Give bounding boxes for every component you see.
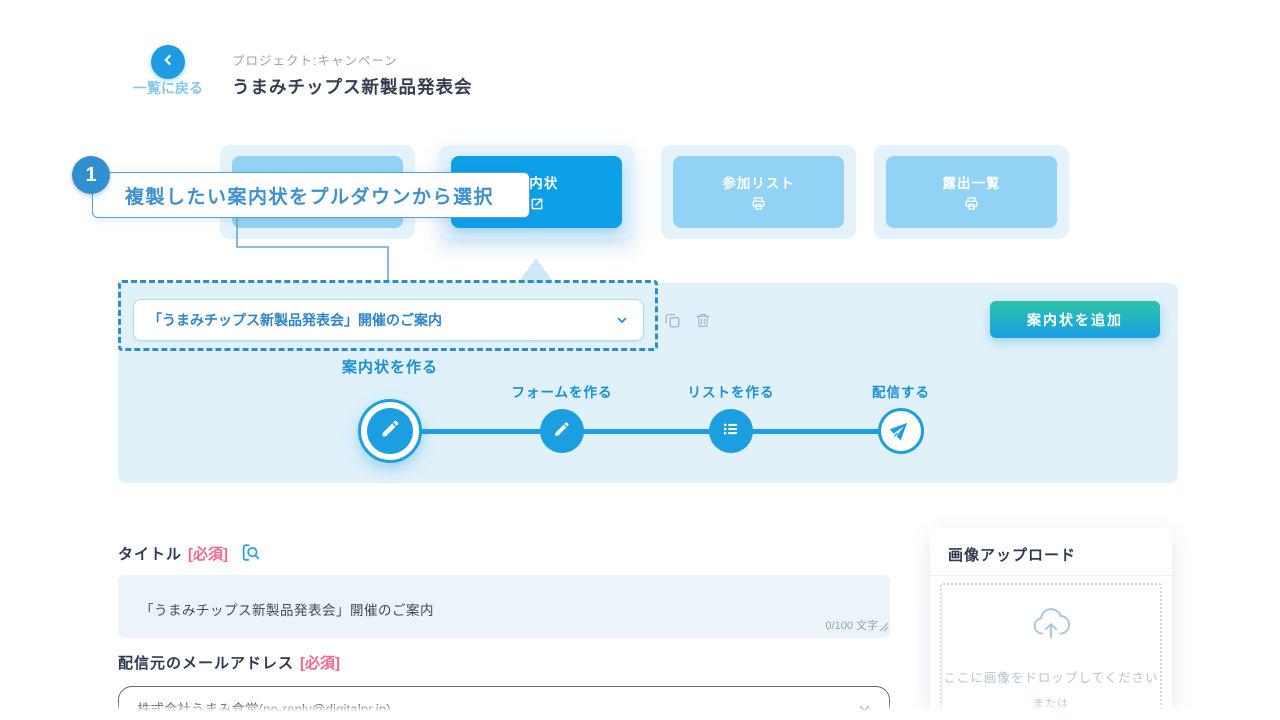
printer-icon [750,195,767,213]
step-3-label: リストを作る [661,381,801,401]
step-1-circle[interactable] [358,399,422,463]
title-field-label-row: タイトル [必須] [118,542,262,564]
page: 一覧に戻る プロジェクト:キャンペーン うまみチップス新製品発表会 案内状 参加… [0,0,1280,720]
image-upload-title: 画像アップロード [948,544,1076,565]
send-icon [890,418,912,445]
title-value: 「うまみチップス新製品発表会」開催のご案内 [140,599,434,619]
chevron-down-icon [615,313,629,327]
tooltip-step-1: 複製したい案内状をプルダウンから選択 [92,172,530,218]
step-2-circle[interactable] [540,409,584,453]
title-textarea[interactable]: 「うまみチップス新製品発表会」開催のご案内 0/100 文字 [118,575,890,638]
title-label: タイトル [118,543,182,564]
image-dropzone[interactable]: ここに画像をドロップしてください または [940,583,1162,720]
tab-exposure-list[interactable]: 露出一覧 [886,156,1057,228]
step-2-label: フォームを作る [492,381,632,401]
tab-container-participants: 参加リスト [661,145,856,239]
add-invitation-button[interactable]: 案内状を追加 [990,301,1160,338]
sender-email-select[interactable]: 株式会社うまみ食堂(no-reply@digitalpr.jp) [118,686,890,720]
preview-search-icon[interactable] [240,542,262,564]
dropzone-or-text: または [942,695,1160,711]
tab-participant-list[interactable]: 参加リスト [673,156,844,228]
step-progress-line [390,429,901,434]
external-link-icon [529,195,545,213]
tooltip-text: 複製したい案内状をプルダウンから選択 [125,182,494,209]
invitation-select[interactable]: 「うまみチップス新製品発表会」開催のご案内 [133,299,644,341]
back-button[interactable] [151,45,185,79]
sender-email-value: 株式会社うまみ食堂(no-reply@digitalpr.jp) [137,698,858,718]
pencil-icon [380,418,401,444]
divider [930,575,1172,576]
printer-icon [963,195,980,213]
pencil-icon [553,420,571,443]
step-3-circle[interactable] [709,409,753,453]
cloud-upload-icon [1030,607,1072,646]
resize-handle-icon[interactable] [879,619,889,637]
required-badge: [必須] [300,652,340,673]
list-icon [721,419,741,444]
title-char-counter: 0/100 文字 [825,617,878,633]
back-button-label[interactable]: 一覧に戻る [118,78,218,98]
step-number-badge: 1 [72,156,110,194]
step-1-label: 案内状を作る [320,356,460,377]
image-upload-panel: 画像アップロード ここに画像をドロップしてください または [930,528,1172,720]
project-type-label: プロジェクト:キャンペーン [232,50,398,69]
invitation-select-value: 「うまみチップス新製品発表会」開催のご案内 [148,310,615,330]
tab-exposure-list-label: 露出一覧 [943,172,1001,192]
copy-icon[interactable] [663,311,682,335]
required-badge: [必須] [188,543,228,564]
tab-participant-list-label: 参加リスト [722,172,795,192]
sender-label: 配信元のメールアドレス [118,652,294,673]
chevron-left-icon [160,52,176,73]
trash-icon[interactable] [694,311,712,334]
chevron-down-icon [858,702,871,715]
project-title: うまみチップス新製品発表会 [232,74,473,99]
step-4-label: 配信する [831,381,971,401]
dropzone-hint-text: ここに画像をドロップしてください [942,667,1160,686]
tab-container-exposure: 露出一覧 [874,145,1069,239]
sender-field-label-row: 配信元のメールアドレス [必須] [118,652,340,673]
step-4-circle[interactable] [878,408,924,454]
